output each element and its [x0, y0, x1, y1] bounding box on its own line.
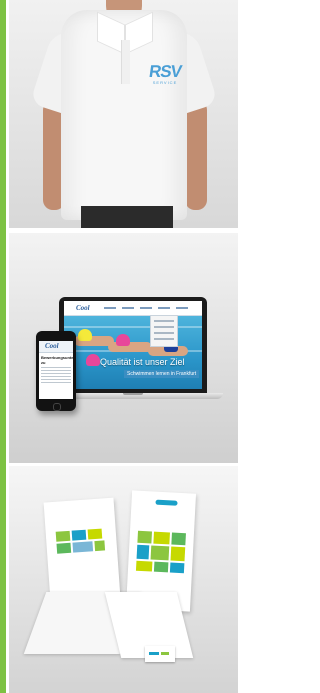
site-logo: Cool: [76, 304, 90, 312]
phone-site-logo: Cool: [45, 342, 59, 350]
site-nav-item: [140, 307, 152, 309]
laptop-notch: [123, 393, 143, 395]
hero-subtitle: Schwimmen lernen in Frankfurt: [124, 370, 200, 378]
site-nav-item: [158, 307, 170, 309]
site-hero-image: [64, 316, 202, 389]
devices-mockup[interactable]: Cool Qualität ist unser Ziel Schwimmen l…: [9, 233, 238, 463]
polo-shirt-mockup[interactable]: RSV SERVICE: [9, 0, 238, 228]
site-nav-item: [104, 307, 116, 309]
hero-title: Qualität ist unser Ziel: [100, 357, 185, 367]
site-nav: [104, 307, 188, 309]
folder-back: [43, 497, 121, 603]
phone-text-lines: [39, 367, 73, 383]
pool-lane: [64, 326, 202, 328]
laptop-screen: Cool Qualität ist unser Ziel Schwimmen l…: [64, 301, 202, 389]
phone-screen: Cool Bewerbungsunterlagen zu: [39, 341, 73, 399]
model-pants: [81, 206, 173, 228]
model-right-arm: [185, 100, 207, 210]
business-card: [145, 646, 175, 662]
phone-home-button: [53, 403, 61, 411]
shirt-logo: RSV SERVICE: [145, 62, 185, 86]
swim-cap: [86, 354, 100, 366]
swim-cap: [116, 334, 130, 346]
shirt-logo-main: RSV: [147, 62, 183, 81]
phone-headline: Bewerbungsunterlagen zu: [41, 355, 73, 365]
site-dropdown-menu: [150, 315, 178, 347]
shirt-placket: [121, 40, 130, 84]
site-nav-item: [176, 307, 188, 309]
phone-header: Cool: [39, 341, 73, 353]
swimmer: [108, 342, 152, 352]
site-nav-item: [122, 307, 134, 309]
swim-cap: [78, 329, 92, 341]
accent-bar: [0, 0, 6, 693]
stationery-mockup[interactable]: [9, 466, 238, 693]
site-header: Cool: [64, 301, 202, 316]
